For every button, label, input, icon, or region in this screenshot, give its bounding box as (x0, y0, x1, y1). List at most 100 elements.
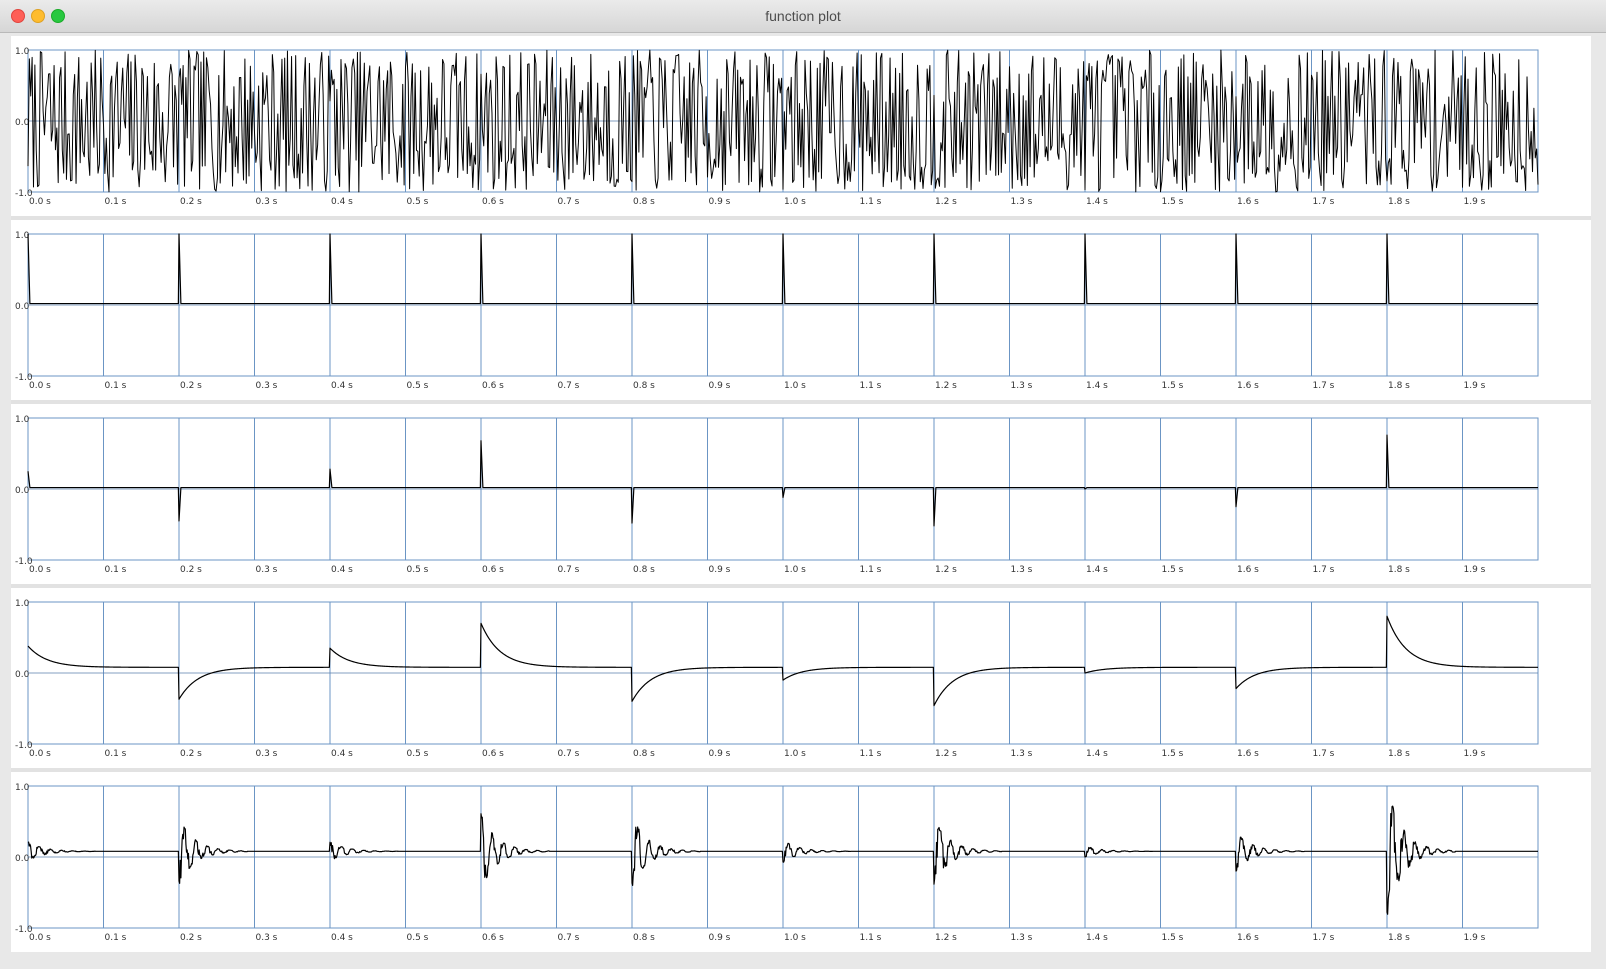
x-tick-label: 1.3 s (1011, 197, 1033, 207)
x-tick-label: 0.8 s (633, 565, 655, 575)
x-tick-label: 1.1 s (860, 933, 882, 943)
plot-panel-5: 0.0 s 0.1 s 0.2 s 0.3 s 0.4 s 0.5 s 0.6 s 0.7 s… (11, 772, 1591, 952)
x-tick-label: 1.5 s (1162, 565, 1184, 575)
x-tick-label: 1.1 s (860, 749, 882, 759)
x-tick-label: 1.3 s (1011, 565, 1033, 575)
x-tick-label: 1.2 s (935, 381, 957, 391)
x-tick-label: 0.4 s (331, 197, 353, 207)
x-tick-label: 0.3 s (256, 749, 278, 759)
x-tick-label: 0.7 s (558, 933, 580, 943)
x-tick-label: 0.9 s (709, 749, 731, 759)
y-tick-label: 1.0 (15, 783, 30, 793)
y-tick-label: 0.0 (15, 118, 30, 128)
x-tick-label: 0.3 s (256, 197, 278, 207)
x-tick-label: 0.7 s (558, 197, 580, 207)
x-tick-label: 1.9 s (1464, 749, 1486, 759)
x-tick-label: 0.3 s (256, 933, 278, 943)
x-tick-label: 0.6 s (482, 197, 504, 207)
x-tick-label: 1.7 s (1313, 933, 1335, 943)
x-tick-label: 0.1 s (105, 749, 127, 759)
x-tick-label: 1.6 s (1237, 933, 1259, 943)
y-tick-label: 1.0 (15, 231, 30, 241)
plot-area: 0.0 s 0.1 s 0.2 s 0.3 s 0.4 s 0.5 s 0.6 s 0.7 s… (11, 36, 1591, 952)
x-tick-label: 0.8 s (633, 933, 655, 943)
plot-2: 0.0 s 0.1 s 0.2 s 0.3 s 0.4 s 0.5 s 0.6 s 0.7 s… (15, 231, 1539, 391)
x-tick-label: 0.6 s (482, 381, 504, 391)
x-tick-label: 0.8 s (633, 381, 655, 391)
x-tick-label: 0.5 s (407, 197, 429, 207)
x-tick-label: 0.2 s (180, 565, 202, 575)
x-tick-label: 1.3 s (1011, 381, 1033, 391)
x-tick-label: 0.9 s (709, 197, 731, 207)
x-tick-label: 0.4 s (331, 933, 353, 943)
x-tick-label: 1.5 s (1162, 381, 1184, 391)
y-tick-label: 1.0 (15, 47, 30, 57)
x-tick-label: 1.0 s (784, 197, 806, 207)
plot-panel-2: 0.0 s 0.1 s 0.2 s 0.3 s 0.4 s 0.5 s 0.6 s 0.7 s… (11, 220, 1591, 400)
app-window: function plot 0.0 s 0.1 s 0.2 s 0.3 s 0.4 s0… (0, 0, 1606, 969)
x-tick-label: 0.2 s (180, 381, 202, 391)
x-tick-label: 1.0 s (784, 749, 806, 759)
x-tick-label: 1.5 s (1162, 197, 1184, 207)
x-tick-label: 1.3 s (1011, 749, 1033, 759)
y-tick-label: 0.0 (15, 486, 30, 496)
x-tick-label: 1.6 s (1237, 749, 1259, 759)
x-tick-label: 1.8 s (1388, 381, 1410, 391)
x-tick-label: 0.6 s (482, 749, 504, 759)
x-tick-label: 0.5 s (407, 565, 429, 575)
x-tick-label: 0.4 s (331, 381, 353, 391)
plot-5: 0.0 s 0.1 s 0.2 s 0.3 s 0.4 s 0.5 s 0.6 s 0.7 s… (15, 783, 1539, 943)
x-tick-label: 1.8 s (1388, 933, 1410, 943)
x-tick-label: 0.6 s (482, 565, 504, 575)
x-tick-label: 1.2 s (935, 749, 957, 759)
x-tick-label: 1.6 s (1237, 381, 1259, 391)
x-tick-label: 0.4 s (331, 749, 353, 759)
y-tick-label: 0.0 (15, 670, 30, 680)
x-tick-label: 0.2 s (180, 749, 202, 759)
x-tick-label: 1.0 s (784, 381, 806, 391)
x-tick-label: 1.8 s (1388, 749, 1410, 759)
y-tick-label: -1.0 (15, 557, 33, 567)
plot-panel-3: 0.0 s 0.1 s 0.2 s 0.3 s 0.4 s 0.5 s 0.6 s 0.7 s… (11, 404, 1591, 584)
x-tick-label: 1.9 s (1464, 565, 1486, 575)
x-tick-label: 1.7 s (1313, 749, 1335, 759)
x-tick-label: 0.1 s (105, 197, 127, 207)
x-tick-label: 0.3 s (256, 565, 278, 575)
x-tick-label: 1.1 s (860, 381, 882, 391)
x-tick-label: 1.1 s (860, 565, 882, 575)
title-bar[interactable]: function plot (0, 0, 1606, 33)
y-tick-label: 0.0 (15, 854, 30, 864)
x-tick-label: 0.9 s (709, 565, 731, 575)
plot-4: 0.0 s 0.1 s 0.2 s 0.3 s 0.4 s 0.5 s 0.6 s 0.7 s… (15, 599, 1539, 759)
x-tick-label: 1.5 s (1162, 933, 1184, 943)
x-tick-label: 0.9 s (709, 933, 731, 943)
x-tick-label: 1.6 s (1237, 197, 1259, 207)
y-tick-label: 0.0 (15, 302, 30, 312)
x-tick-label: 1.6 s (1237, 565, 1259, 575)
x-tick-label: 1.7 s (1313, 381, 1335, 391)
x-tick-label: 1.4 s (1086, 565, 1108, 575)
x-tick-label: 0.5 s (407, 381, 429, 391)
x-tick-label: 0.1 s (105, 933, 127, 943)
x-tick-label: 0.9 s (709, 381, 731, 391)
y-tick-label: 1.0 (15, 415, 30, 425)
x-tick-label: 1.8 s (1388, 197, 1410, 207)
x-tick-label: 1.4 s (1086, 381, 1108, 391)
x-tick-label: 0.2 s (180, 197, 202, 207)
x-tick-label: 0.7 s (558, 381, 580, 391)
x-tick-label: 1.2 s (935, 933, 957, 943)
x-tick-label: 0.1 s (105, 565, 127, 575)
window-title: function plot (765, 8, 841, 24)
x-tick-label: 1.7 s (1313, 565, 1335, 575)
plot-panel-4: 0.0 s 0.1 s 0.2 s 0.3 s 0.4 s 0.5 s 0.6 s 0.7 s… (11, 588, 1591, 768)
x-tick-label: 1.2 s (935, 565, 957, 575)
x-tick-label: 1.3 s (1011, 933, 1033, 943)
x-tick-label: 1.0 s (784, 933, 806, 943)
y-tick-label: -1.0 (15, 373, 33, 383)
x-tick-label: 0.7 s (558, 749, 580, 759)
x-tick-label: 0.2 s (180, 933, 202, 943)
x-tick-label: 1.0 s (784, 565, 806, 575)
x-tick-label: 0.8 s (633, 197, 655, 207)
x-tick-label: 1.1 s (860, 197, 882, 207)
x-tick-label: 1.9 s (1464, 381, 1486, 391)
